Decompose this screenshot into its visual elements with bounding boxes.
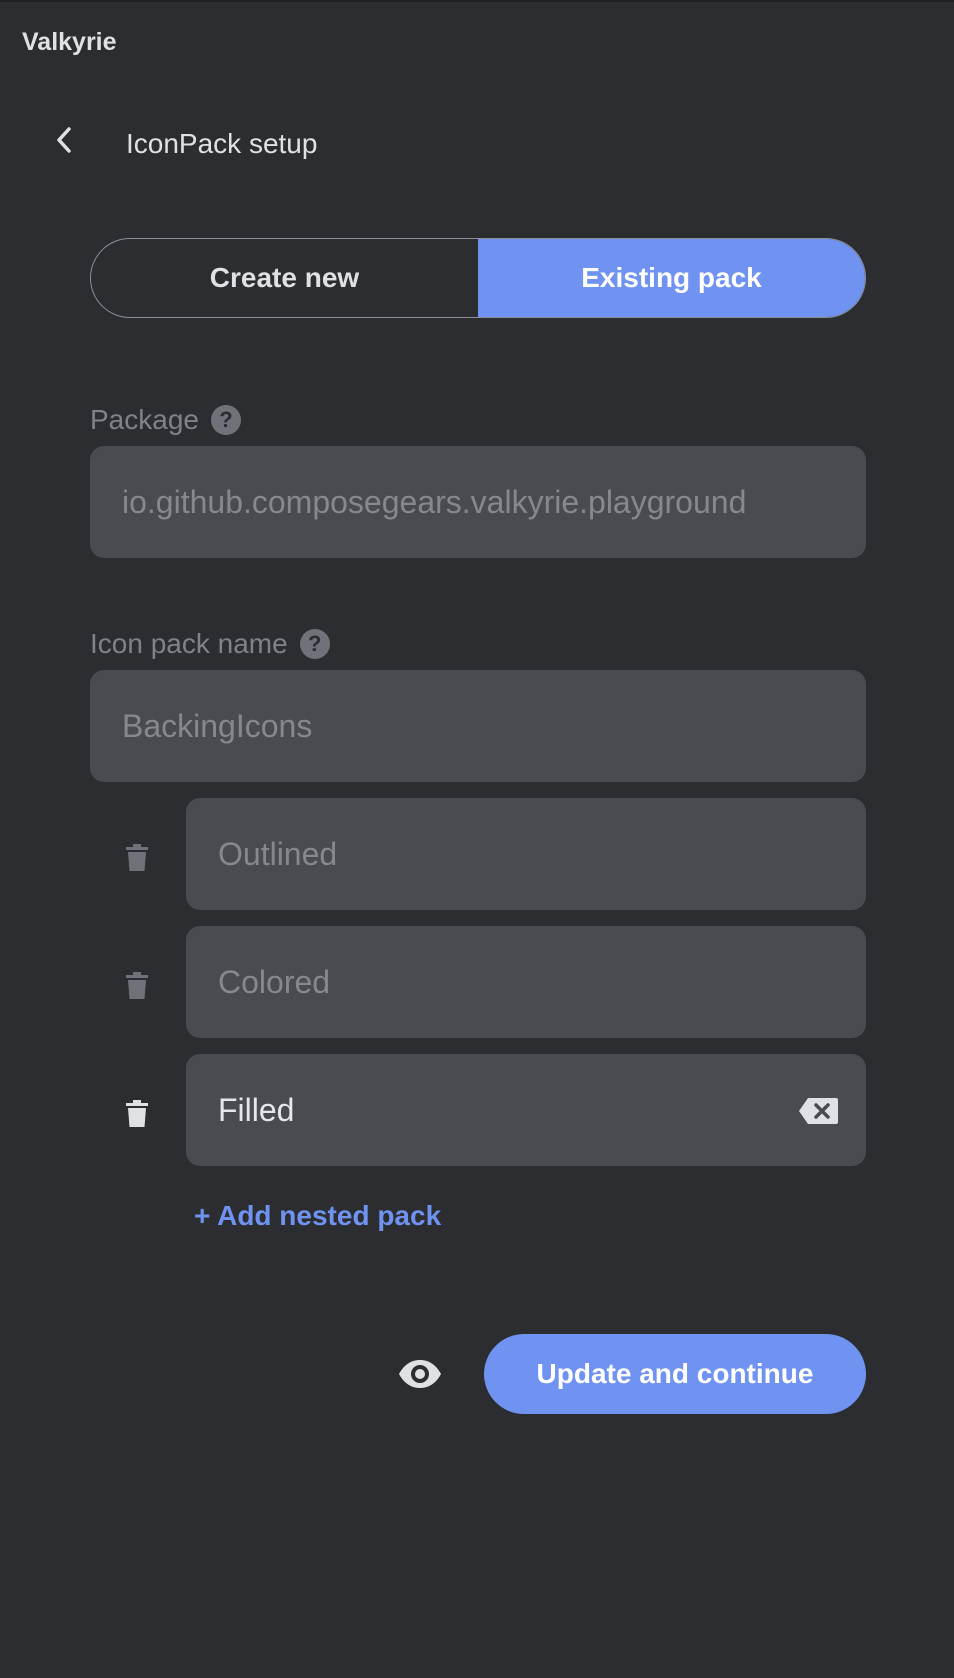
icon-pack-name-label: Icon pack name <box>90 628 288 659</box>
delete-nested-pack-button[interactable] <box>124 842 150 874</box>
app-title: Valkyrie <box>22 28 117 56</box>
icon-pack-name-label-row: Icon pack name ? <box>90 628 330 660</box>
nested-pack-value: Colored <box>218 963 331 1000</box>
preview-button[interactable] <box>396 1354 444 1394</box>
trash-icon <box>126 972 148 999</box>
package-label: Package <box>90 404 199 435</box>
screen-title: IconPack setup <box>126 128 318 159</box>
help-icon[interactable]: ? <box>210 405 241 435</box>
update-and-continue-button[interactable]: Update and continue <box>484 1334 866 1414</box>
nested-pack-value: Filled <box>218 1091 295 1128</box>
icon-pack-name-field[interactable]: BackingIcons <box>90 670 866 782</box>
backspace-clear-icon <box>799 1098 838 1124</box>
add-nested-pack-link[interactable]: + Add nested pack <box>194 1200 441 1232</box>
chevron-left-icon <box>57 127 71 153</box>
mode-toggle: Create new Existing pack <box>90 238 866 318</box>
iconpack-setup-screen: Valkyrie IconPack setup Create new Exist… <box>0 0 954 1678</box>
delete-nested-pack-button[interactable] <box>124 970 150 1002</box>
package-field[interactable]: io.github.composegears.valkyrie.playgrou… <box>90 446 866 558</box>
nested-pack-field[interactable]: Outlined <box>186 798 866 910</box>
nested-pack-field[interactable]: Colored <box>186 926 866 1038</box>
nested-pack-field-focused[interactable]: Filled <box>186 1054 866 1166</box>
back-button[interactable] <box>44 120 84 160</box>
package-label-row: Package ? <box>90 404 241 436</box>
clear-field-button[interactable] <box>798 1096 838 1124</box>
existing-pack-option[interactable]: Existing pack <box>478 239 865 317</box>
trash-icon <box>126 844 148 871</box>
create-new-option[interactable]: Create new <box>91 239 478 317</box>
nested-pack-value: Outlined <box>218 835 338 872</box>
package-value: io.github.composegears.valkyrie.playgrou… <box>122 483 747 520</box>
trash-icon <box>126 1100 148 1127</box>
eye-icon <box>399 1360 441 1388</box>
help-icon[interactable]: ? <box>299 629 330 659</box>
delete-nested-pack-button[interactable] <box>124 1098 150 1130</box>
icon-pack-name-value: BackingIcons <box>122 707 313 744</box>
